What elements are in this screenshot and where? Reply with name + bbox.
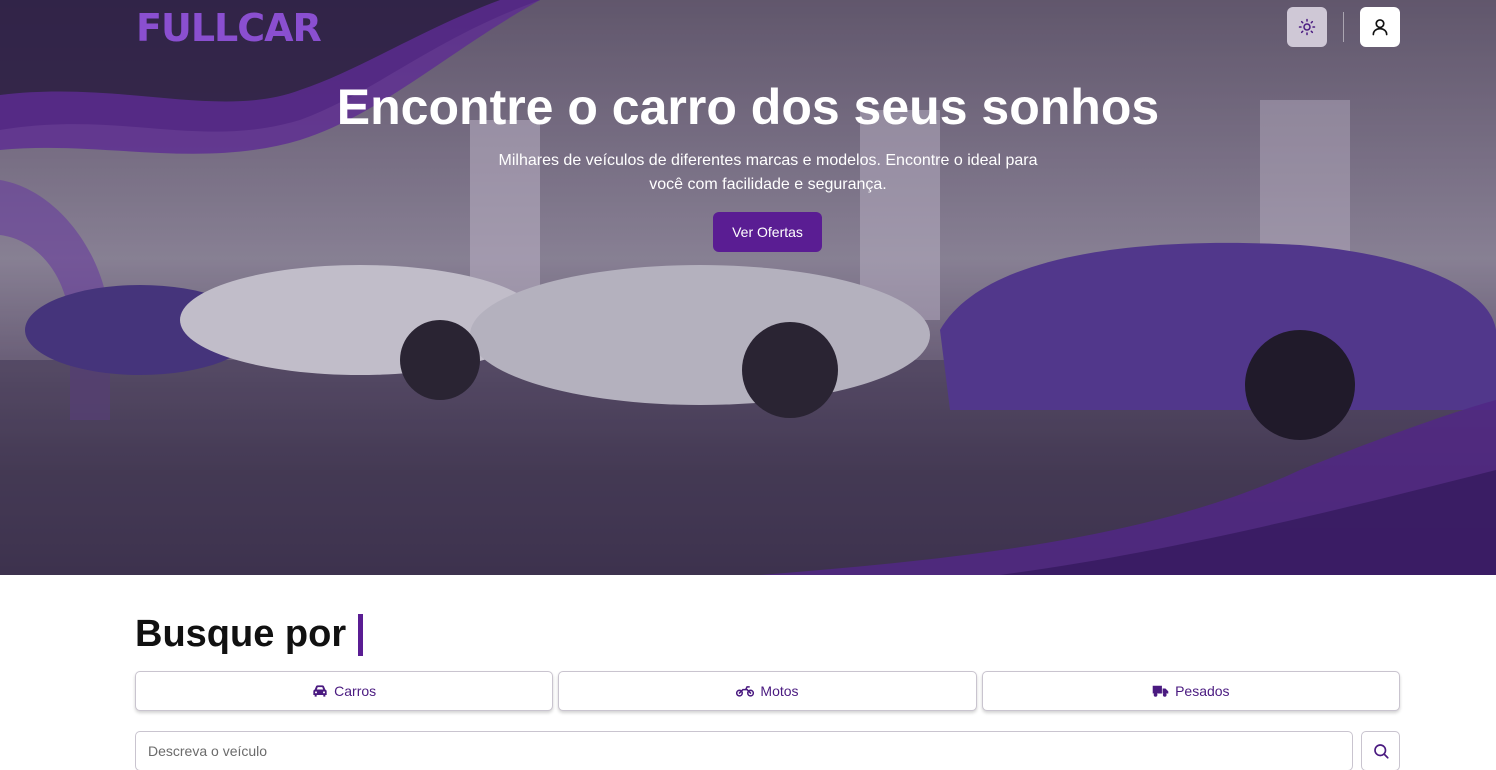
motorcycle-icon	[736, 684, 755, 698]
hero-banner: FULLCAR Encontre o carro dos seus sonhos…	[0, 0, 1496, 575]
header-actions	[1287, 7, 1400, 47]
header-divider	[1343, 12, 1344, 42]
car-icon	[312, 684, 328, 698]
search-title-text: Busque por	[135, 613, 347, 655]
typing-cursor	[358, 613, 364, 656]
tab-carros-label: Carros	[334, 683, 377, 699]
search-bar	[135, 731, 1400, 770]
search-section-title: Busque por	[135, 613, 364, 656]
search-button[interactable]	[1361, 731, 1400, 770]
brand-logo[interactable]: FULLCAR	[136, 6, 322, 50]
see-offers-button[interactable]: Ver Ofertas	[713, 212, 822, 252]
hero-subtitle: Milhares de veículos de diferentes marca…	[498, 152, 1038, 193]
sun-icon	[1298, 18, 1316, 36]
theme-toggle-button[interactable]	[1287, 7, 1327, 47]
vehicle-search-input[interactable]	[135, 731, 1353, 770]
truck-icon	[1152, 684, 1169, 698]
tab-pesados-label: Pesados	[1175, 683, 1230, 699]
vehicle-type-tabs: Carros Motos Pesados	[135, 671, 1400, 711]
search-icon	[1373, 744, 1389, 759]
user-account-button[interactable]	[1360, 7, 1400, 47]
user-icon	[1372, 19, 1388, 36]
hero-title: Encontre o carro dos seus sonhos	[336, 79, 1160, 135]
tab-carros[interactable]: Carros	[135, 671, 554, 711]
tab-motos-label: Motos	[760, 683, 799, 699]
tab-pesados[interactable]: Pesados	[981, 671, 1400, 711]
tab-motos[interactable]: Motos	[558, 671, 977, 711]
